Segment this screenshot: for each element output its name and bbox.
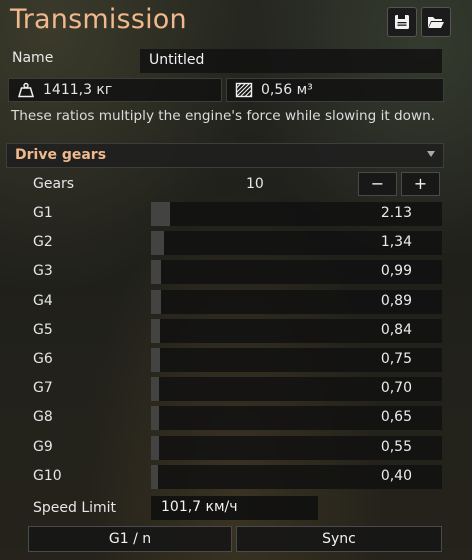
gear-ratio-value: 0,55 bbox=[380, 439, 412, 455]
gear-label: G10 bbox=[33, 468, 62, 484]
mass-value: 1411,3 кг bbox=[43, 82, 113, 98]
gear-ratio-value: 0,70 bbox=[380, 380, 412, 396]
gear-ratio-fill bbox=[151, 436, 159, 460]
gear-ratio-fill bbox=[151, 290, 161, 314]
gear-ratio-fill bbox=[151, 319, 161, 343]
gear-label: G5 bbox=[33, 322, 53, 338]
description-text: These ratios multiply the engine's force… bbox=[11, 108, 436, 124]
gear-label: G7 bbox=[33, 380, 53, 396]
gear-ratio-slider[interactable]: 0,65 bbox=[151, 406, 442, 430]
gear-ratio-slider[interactable]: 0,84 bbox=[151, 319, 442, 343]
gear-label: G2 bbox=[33, 234, 53, 250]
gear-ratio-slider[interactable]: 0,55 bbox=[151, 436, 442, 460]
g1-n-button[interactable]: G1 / n bbox=[28, 526, 232, 552]
gear-label: G1 bbox=[33, 205, 53, 221]
gears-increment-button[interactable]: + bbox=[401, 172, 440, 196]
transmission-panel: Transmission Name Untitled 1411,3 кг 0,5… bbox=[0, 0, 472, 560]
gear-label: G8 bbox=[33, 409, 53, 425]
speed-limit-label: Speed Limit bbox=[33, 500, 117, 516]
gear-ratio-fill bbox=[151, 377, 160, 401]
gear-ratio-fill bbox=[151, 348, 160, 372]
gears-decrement-button[interactable]: − bbox=[358, 172, 397, 196]
sync-button[interactable]: Sync bbox=[236, 526, 442, 552]
gear-ratio-slider[interactable]: 0,99 bbox=[151, 260, 442, 284]
gear-ratio-fill bbox=[151, 465, 158, 489]
gear-ratio-fill bbox=[151, 406, 160, 430]
weight-icon bbox=[17, 82, 35, 98]
open-folder-icon bbox=[428, 17, 444, 28]
gear-ratio-value: 2.13 bbox=[380, 205, 412, 221]
gears-label: Gears bbox=[33, 176, 75, 192]
drive-gears-header[interactable]: Drive gears bbox=[6, 143, 444, 168]
mass-stat: 1411,3 кг bbox=[8, 78, 222, 102]
gear-ratio-slider[interactable]: 0,40 bbox=[151, 465, 442, 489]
gear-ratio-slider[interactable]: 0,75 bbox=[151, 348, 442, 372]
gear-ratio-fill bbox=[151, 202, 170, 226]
gears-count: 10 bbox=[246, 176, 264, 192]
gear-label: G9 bbox=[33, 439, 53, 455]
gear-ratio-value: 0,84 bbox=[380, 322, 412, 338]
volume-hatch-icon bbox=[235, 82, 253, 98]
gear-ratio-value: 0,40 bbox=[380, 468, 412, 484]
drive-gears-label: Drive gears bbox=[15, 147, 107, 163]
volume-value: 0,56 м³ bbox=[261, 82, 313, 98]
volume-stat: 0,56 м³ bbox=[226, 78, 444, 102]
gear-label: G3 bbox=[33, 263, 53, 279]
gear-ratio-slider[interactable]: 2.13 bbox=[151, 202, 442, 226]
gear-ratio-slider[interactable]: 1,34 bbox=[151, 231, 442, 255]
gear-ratio-fill bbox=[151, 231, 165, 255]
save-icon bbox=[395, 15, 409, 29]
gear-ratio-value: 1,34 bbox=[380, 234, 412, 250]
gear-ratio-slider[interactable]: 0,89 bbox=[151, 290, 442, 314]
gear-ratio-fill bbox=[151, 260, 162, 284]
open-button[interactable] bbox=[421, 7, 451, 37]
speed-limit-input[interactable]: 101,7 км/ч bbox=[151, 496, 318, 520]
gear-ratio-value: 0,65 bbox=[380, 409, 412, 425]
chevron-down-icon bbox=[427, 151, 435, 157]
name-label: Name bbox=[12, 50, 54, 66]
save-button[interactable] bbox=[387, 7, 417, 37]
gear-ratio-value: 0,75 bbox=[380, 351, 412, 367]
gear-ratio-value: 0,89 bbox=[380, 293, 412, 309]
panel-title: Transmission bbox=[10, 4, 187, 35]
gear-label: G4 bbox=[33, 293, 53, 309]
gear-ratio-slider[interactable]: 0,70 bbox=[151, 377, 442, 401]
gear-ratio-value: 0,99 bbox=[380, 263, 412, 279]
name-input[interactable]: Untitled bbox=[140, 49, 442, 73]
gear-label: G6 bbox=[33, 351, 53, 367]
